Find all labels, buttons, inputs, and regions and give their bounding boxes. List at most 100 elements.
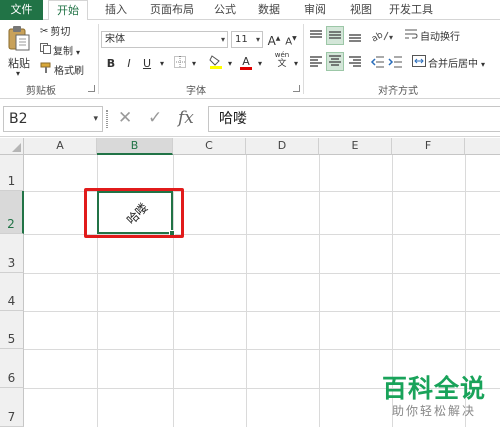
chevron-down-icon: ▾	[16, 69, 21, 78]
resize-handle[interactable]	[106, 110, 108, 128]
column-header-b[interactable]: B	[97, 138, 173, 155]
cut-button[interactable]: ✂ 剪切	[40, 24, 70, 40]
svg-text:▾: ▾	[389, 33, 393, 42]
align-center-button[interactable]	[326, 52, 344, 71]
underline-button[interactable]: U	[139, 56, 155, 72]
name-box-value: B2	[9, 111, 28, 127]
copy-button[interactable]: 复制 ▾	[40, 43, 80, 59]
tab-page-layout[interactable]: 页面布局	[142, 0, 202, 20]
check-icon[interactable]: ✓	[148, 108, 162, 128]
decrease-indent-icon	[370, 56, 384, 68]
group-separator	[303, 24, 304, 94]
font-color-swatch	[240, 67, 252, 70]
align-bottom-icon	[349, 34, 361, 42]
select-all-button[interactable]	[0, 138, 24, 155]
borders-icon	[174, 56, 186, 68]
row-header-2[interactable]: 2	[0, 191, 24, 234]
name-box[interactable]: B2 ▾	[3, 106, 103, 132]
merge-center-button[interactable]: 合并后居中 ▾	[412, 55, 485, 71]
font-name-value: 宋体	[105, 34, 125, 45]
watermark-subtitle: 助你轻松解决	[391, 404, 476, 418]
gridline	[246, 155, 247, 427]
increase-indent-button[interactable]	[388, 54, 404, 70]
formula-input[interactable]: 哈喽	[208, 106, 500, 132]
align-middle-button[interactable]	[326, 26, 344, 45]
column-header-c[interactable]: C	[173, 138, 246, 155]
gridline	[24, 311, 500, 312]
chevron-down-icon[interactable]: ▾	[154, 56, 170, 72]
row-header-4[interactable]: 4	[0, 273, 24, 311]
shrink-font-button[interactable]: A▼	[283, 31, 299, 47]
ribbon-home: 粘贴 ▾ ✂ 剪切 复制 ▾ 格式刷 剪贴板 宋体 ▾ 11 ▾ A▲ A▼ B…	[0, 20, 500, 99]
scissors-icon: ✂	[40, 26, 49, 37]
align-right-button[interactable]	[347, 54, 363, 70]
row-label: 2	[7, 217, 15, 231]
row-label: 3	[7, 256, 16, 270]
chevron-down-icon[interactable]: ▾	[252, 56, 268, 72]
font-launcher-icon[interactable]	[293, 85, 300, 92]
paste-button[interactable]: 粘贴 ▾	[6, 24, 34, 80]
column-header-f[interactable]: F	[392, 138, 465, 155]
row-header-3[interactable]: 3	[0, 234, 24, 273]
worksheet-grid[interactable]: A B C D E F 1 2 3 4 5 6 7 哈喽 百科全说 助你轻松解决	[0, 138, 500, 427]
chevron-down-icon[interactable]: ▾	[186, 56, 202, 72]
row-label: 1	[7, 174, 16, 188]
column-header-e[interactable]: E	[319, 138, 392, 155]
font-size-select[interactable]: 11 ▾	[231, 31, 263, 48]
tab-view[interactable]: 视图	[344, 0, 378, 20]
column-header-next[interactable]	[465, 138, 500, 155]
group-separator	[98, 24, 99, 94]
chevron-down-icon[interactable]: ▾	[222, 56, 238, 72]
align-bottom-button[interactable]	[347, 28, 363, 44]
alignment-group-label: 对齐方式	[378, 86, 418, 97]
chevron-down-icon[interactable]: ▾	[288, 56, 304, 72]
font-name-select[interactable]: 宋体 ▾	[101, 31, 228, 48]
row-label: 4	[7, 294, 16, 308]
tab-developer[interactable]: 开发工具	[384, 0, 438, 20]
row-label: 7	[7, 410, 16, 424]
copy-icon	[40, 43, 51, 60]
row-header-5[interactable]: 5	[0, 311, 24, 349]
column-header-a[interactable]: A	[24, 138, 97, 155]
cancel-icon[interactable]: ✕	[118, 108, 132, 128]
tab-review[interactable]: 审阅	[298, 0, 332, 20]
tab-formulas[interactable]: 公式	[208, 0, 242, 20]
tab-insert[interactable]: 插入	[96, 0, 136, 20]
clipboard-launcher-icon[interactable]	[88, 85, 95, 92]
orientation-button[interactable]: ab ▾	[370, 28, 394, 44]
row-label: 5	[7, 332, 16, 346]
tab-data[interactable]: 数据	[252, 0, 286, 20]
wrap-text-button[interactable]: 自动换行	[404, 28, 460, 44]
italic-button[interactable]: I	[121, 56, 137, 72]
row-header-7[interactable]: 7	[0, 388, 24, 427]
wrap-text-label: 自动换行	[420, 32, 460, 43]
insert-function-button[interactable]: fx	[178, 108, 194, 128]
tab-home[interactable]: 开始	[48, 0, 88, 21]
decrease-indent-button[interactable]	[370, 54, 386, 70]
merge-center-label: 合并后居中	[428, 59, 478, 70]
bold-button[interactable]: B	[103, 56, 119, 72]
grow-font-button[interactable]: A▲	[266, 31, 282, 48]
caret-down-icon: ▼	[292, 35, 297, 42]
chevron-down-icon: ▾	[481, 60, 486, 69]
column-header-d[interactable]: D	[246, 138, 319, 155]
format-painter-button[interactable]: 格式刷	[40, 62, 84, 78]
row-header-6[interactable]: 6	[0, 349, 24, 388]
chevron-down-icon[interactable]: ▾	[93, 107, 98, 131]
align-middle-icon	[329, 31, 341, 39]
align-left-button[interactable]	[308, 54, 324, 70]
ribbon-tab-bar: 文件 开始 插入 页面布局 公式 数据 审阅 视图 开发工具	[0, 0, 500, 21]
align-top-button[interactable]	[308, 28, 324, 44]
paste-icon	[8, 26, 30, 51]
format-painter-label: 格式刷	[54, 66, 84, 77]
align-top-icon	[310, 30, 322, 38]
row-header-1[interactable]: 1	[0, 155, 24, 191]
paint-bucket-icon	[209, 55, 222, 69]
cut-label: 剪切	[50, 27, 71, 38]
formula-buttons: ✕ ✓ fx	[110, 106, 207, 132]
grow-font-label: A	[267, 34, 276, 48]
gridline	[319, 155, 320, 427]
wrap-text-icon	[404, 28, 418, 46]
tab-file[interactable]: 文件	[0, 0, 43, 20]
increase-indent-icon	[388, 56, 402, 68]
